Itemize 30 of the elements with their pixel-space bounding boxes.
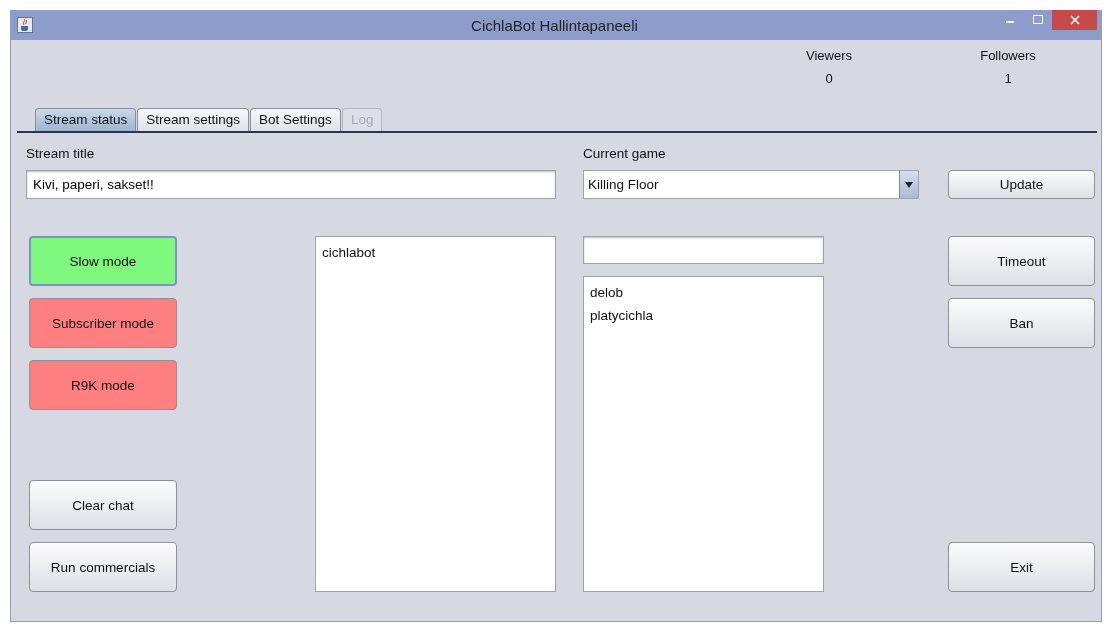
list-item[interactable]: platycichla	[590, 304, 654, 327]
stat-label: Viewers	[806, 48, 852, 63]
maximize-icon	[1033, 15, 1043, 25]
moderation-button[interactable]: Ban	[948, 298, 1095, 348]
update-button[interactable]: Update	[948, 170, 1095, 199]
close-icon	[1069, 15, 1080, 25]
field-label: Current game	[583, 146, 667, 161]
tab[interactable]: Bot Settings	[250, 108, 341, 131]
close-button[interactable]	[1052, 10, 1097, 30]
user-input-field[interactable]	[583, 236, 824, 264]
java-cup-icon	[17, 17, 33, 33]
game-dropdown[interactable]: Killing Floor	[583, 170, 919, 199]
mode-toggle-button[interactable]: Subscriber mode	[29, 298, 177, 348]
stat-value: 0	[825, 71, 833, 86]
window-title: CichlaBot Hallintapaneeli	[470, 16, 639, 34]
chat-action-button[interactable]: Run commercials	[29, 542, 177, 592]
list-item[interactable]: cichlabot	[322, 241, 376, 264]
field-label: Stream title	[26, 146, 96, 161]
tab[interactable]: Stream settings	[137, 108, 250, 131]
moderation-button[interactable]: Timeout	[948, 236, 1095, 286]
stat-label: Followers	[980, 48, 1036, 63]
exit-button[interactable]: Exit	[948, 542, 1095, 592]
tab[interactable]: Stream status	[35, 108, 137, 131]
mode-toggle-button[interactable]: R9K mode	[29, 360, 177, 410]
dropdown-arrow-icon	[905, 181, 913, 188]
list-item[interactable]: delob	[590, 281, 624, 304]
mode-toggle-button[interactable]: Slow mode	[29, 236, 177, 286]
stream-title-field[interactable]: Kivi, paperi, sakset!!	[26, 170, 556, 199]
stat-value: 1	[1004, 71, 1012, 86]
chat-action-button[interactable]: Clear chat	[29, 480, 177, 530]
